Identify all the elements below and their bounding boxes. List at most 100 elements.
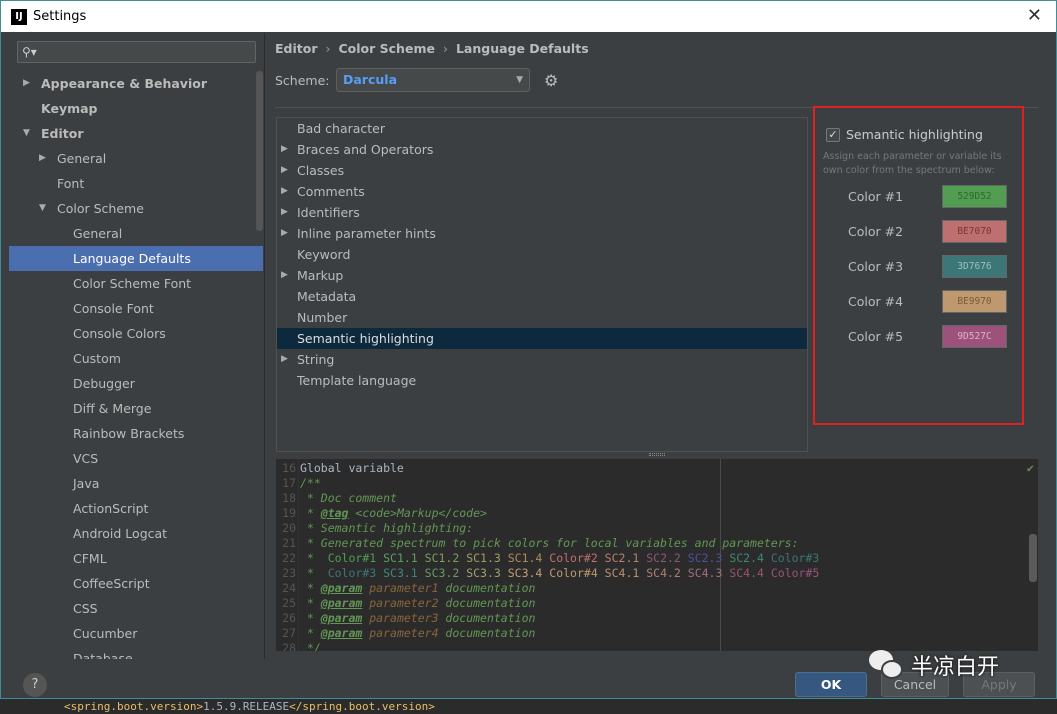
sidebar-item[interactable]: Keymap (9, 96, 263, 121)
attribute-list-item[interactable]: Metadata (277, 286, 807, 307)
color-swatch[interactable]: 529D52 (942, 185, 1007, 208)
attribute-list-item[interactable]: Number (277, 307, 807, 328)
color-row: Color #5 9D527C (848, 325, 1018, 349)
sidebar-item-label: General (57, 151, 107, 166)
chevron-right-icon[interactable]: ▶ (281, 349, 288, 370)
code-token: SC4.1 (597, 566, 640, 580)
chevron-right-icon[interactable]: ▶ (281, 202, 288, 223)
chevron-down-icon[interactable]: ▼ (39, 196, 46, 221)
code-token: @param (320, 596, 363, 610)
scheme-select[interactable]: Darcula ▼ (336, 68, 530, 92)
sidebar-item-label: Cucumber (73, 626, 138, 641)
window-title: Settings (33, 9, 87, 24)
code-token: * (300, 581, 321, 595)
code-line: Global variable (300, 461, 404, 475)
sidebar-item[interactable]: ▼ Color Scheme (9, 196, 263, 221)
sidebar-item-label: VCS (73, 451, 99, 466)
sidebar-item[interactable]: Console Font (9, 296, 263, 321)
attribute-list-item[interactable]: ▶ Braces and Operators (277, 139, 807, 160)
code-token: SC1.1 (376, 551, 418, 565)
code-line: /** (300, 476, 321, 490)
chevron-right-icon[interactable]: ▶ (281, 265, 288, 286)
sidebar-item[interactable]: VCS (9, 446, 263, 471)
code-token: * (300, 596, 321, 610)
attribute-list-item[interactable]: Keyword (277, 244, 807, 265)
color-swatch[interactable]: 9D527C (942, 325, 1007, 348)
sidebar-item[interactable]: Console Colors (9, 321, 263, 346)
editor-scrollbar[interactable] (1029, 534, 1037, 582)
sidebar-item[interactable]: ▼ Editor (9, 121, 263, 146)
chevron-right-icon[interactable]: ▶ (281, 139, 288, 160)
sidebar-item[interactable]: Android Logcat (9, 521, 263, 546)
preview-editor[interactable]: ✔ 16 Global variable 17 /** 18 * Doc comment… (276, 459, 1038, 651)
attribute-list-item[interactable]: Template language (277, 370, 807, 391)
semantic-highlighting-checkbox[interactable]: ✓ (826, 128, 840, 142)
chevron-right-icon[interactable]: ▶ (23, 71, 30, 96)
tree-scrollbar[interactable] (256, 71, 263, 231)
chevron-right-icon[interactable]: ▶ (281, 223, 288, 244)
sidebar-item[interactable]: Language Defaults (9, 246, 263, 271)
color-swatch[interactable]: BE9970 (942, 290, 1007, 313)
code-line: * @tag <code>Markup</code> (300, 506, 487, 520)
splitter-handle[interactable] (649, 453, 665, 456)
attribute-list-item[interactable]: Semantic highlighting (277, 328, 807, 349)
chevron-down-icon[interactable]: ▼ (23, 121, 30, 146)
code-line: */ (300, 641, 321, 651)
sidebar-item[interactable]: Java (9, 471, 263, 496)
sidebar-item-label: Font (57, 176, 85, 191)
color-swatch[interactable]: BE7070 (942, 220, 1007, 243)
attribute-list-item[interactable]: ▶ Markup (277, 265, 807, 286)
color-row: Color #2 BE7070 (848, 220, 1018, 244)
breadcrumb: Editor › Color Scheme › Language Defaults (275, 41, 589, 56)
line-number: 23 (282, 566, 296, 580)
line-number: 25 (282, 596, 296, 610)
attribute-label: Markup (297, 268, 344, 283)
close-icon[interactable]: ✕ (1027, 5, 1042, 26)
sidebar-item[interactable]: Custom (9, 346, 263, 371)
sidebar-item-label: Custom (73, 351, 121, 366)
code-token: Color#3 (327, 566, 377, 580)
line-number: 19 (282, 506, 296, 520)
line-number: 18 (282, 491, 296, 505)
chevron-right-icon[interactable]: ▶ (281, 160, 288, 181)
attribute-label: Identifiers (297, 205, 360, 220)
line-number: 28 (282, 641, 296, 651)
color-swatch[interactable]: 3D7676 (942, 255, 1007, 278)
sidebar-item-label: Diff & Merge (73, 401, 152, 416)
sidebar-item[interactable]: ActionScript (9, 496, 263, 521)
code-token: SC2.3 (680, 551, 723, 565)
attribute-list-item[interactable]: Bad character (277, 118, 807, 139)
sidebar-item-label: Editor (41, 126, 84, 141)
sidebar-item[interactable]: ▶ General (9, 146, 263, 171)
sidebar-item[interactable]: CFML (9, 546, 263, 571)
chevron-right-icon[interactable]: ▶ (39, 146, 46, 171)
code-token: @param (320, 581, 363, 595)
sidebar-item[interactable]: General (9, 221, 263, 246)
ok-button[interactable]: OK (795, 672, 867, 697)
search-input[interactable]: ⚲▾ (17, 41, 256, 63)
code-line: * Color#3 SC3.1 SC3.2 SC3.3 SC3.4 Color#… (300, 566, 819, 580)
attribute-label: Keyword (297, 247, 351, 262)
sidebar-item[interactable]: CSS (9, 596, 263, 621)
sidebar-item[interactable]: Database (9, 646, 263, 659)
code-line: * @param parameter4 documentation (300, 626, 536, 640)
help-button[interactable]: ? (23, 673, 47, 697)
sidebar-item[interactable]: Font (9, 171, 263, 196)
code-token: SC1.3 (459, 551, 501, 565)
attribute-list-item[interactable]: ▶ Classes (277, 160, 807, 181)
sidebar-item[interactable]: Color Scheme Font (9, 271, 263, 296)
attribute-list-item[interactable]: ▶ Identifiers (277, 202, 807, 223)
attribute-list-item[interactable]: ▶ Comments (277, 181, 807, 202)
code-token: SC3.2 (417, 566, 460, 580)
sidebar-item[interactable]: Diff & Merge (9, 396, 263, 421)
sidebar-item[interactable]: CoffeeScript (9, 571, 263, 596)
chevron-right-icon[interactable]: ▶ (281, 181, 288, 202)
sidebar-item[interactable]: ▶ Appearance & Behavior (9, 71, 263, 96)
attribute-list-item[interactable]: ▶ String (277, 349, 807, 370)
gear-icon[interactable]: ⚙ (544, 71, 558, 90)
attribute-list-item[interactable]: ▶ Inline parameter hints (277, 223, 807, 244)
sidebar-item[interactable]: Cucumber (9, 621, 263, 646)
breadcrumb-separator: › (325, 41, 331, 56)
sidebar-item[interactable]: Debugger (9, 371, 263, 396)
sidebar-item[interactable]: Rainbow Brackets (9, 421, 263, 446)
